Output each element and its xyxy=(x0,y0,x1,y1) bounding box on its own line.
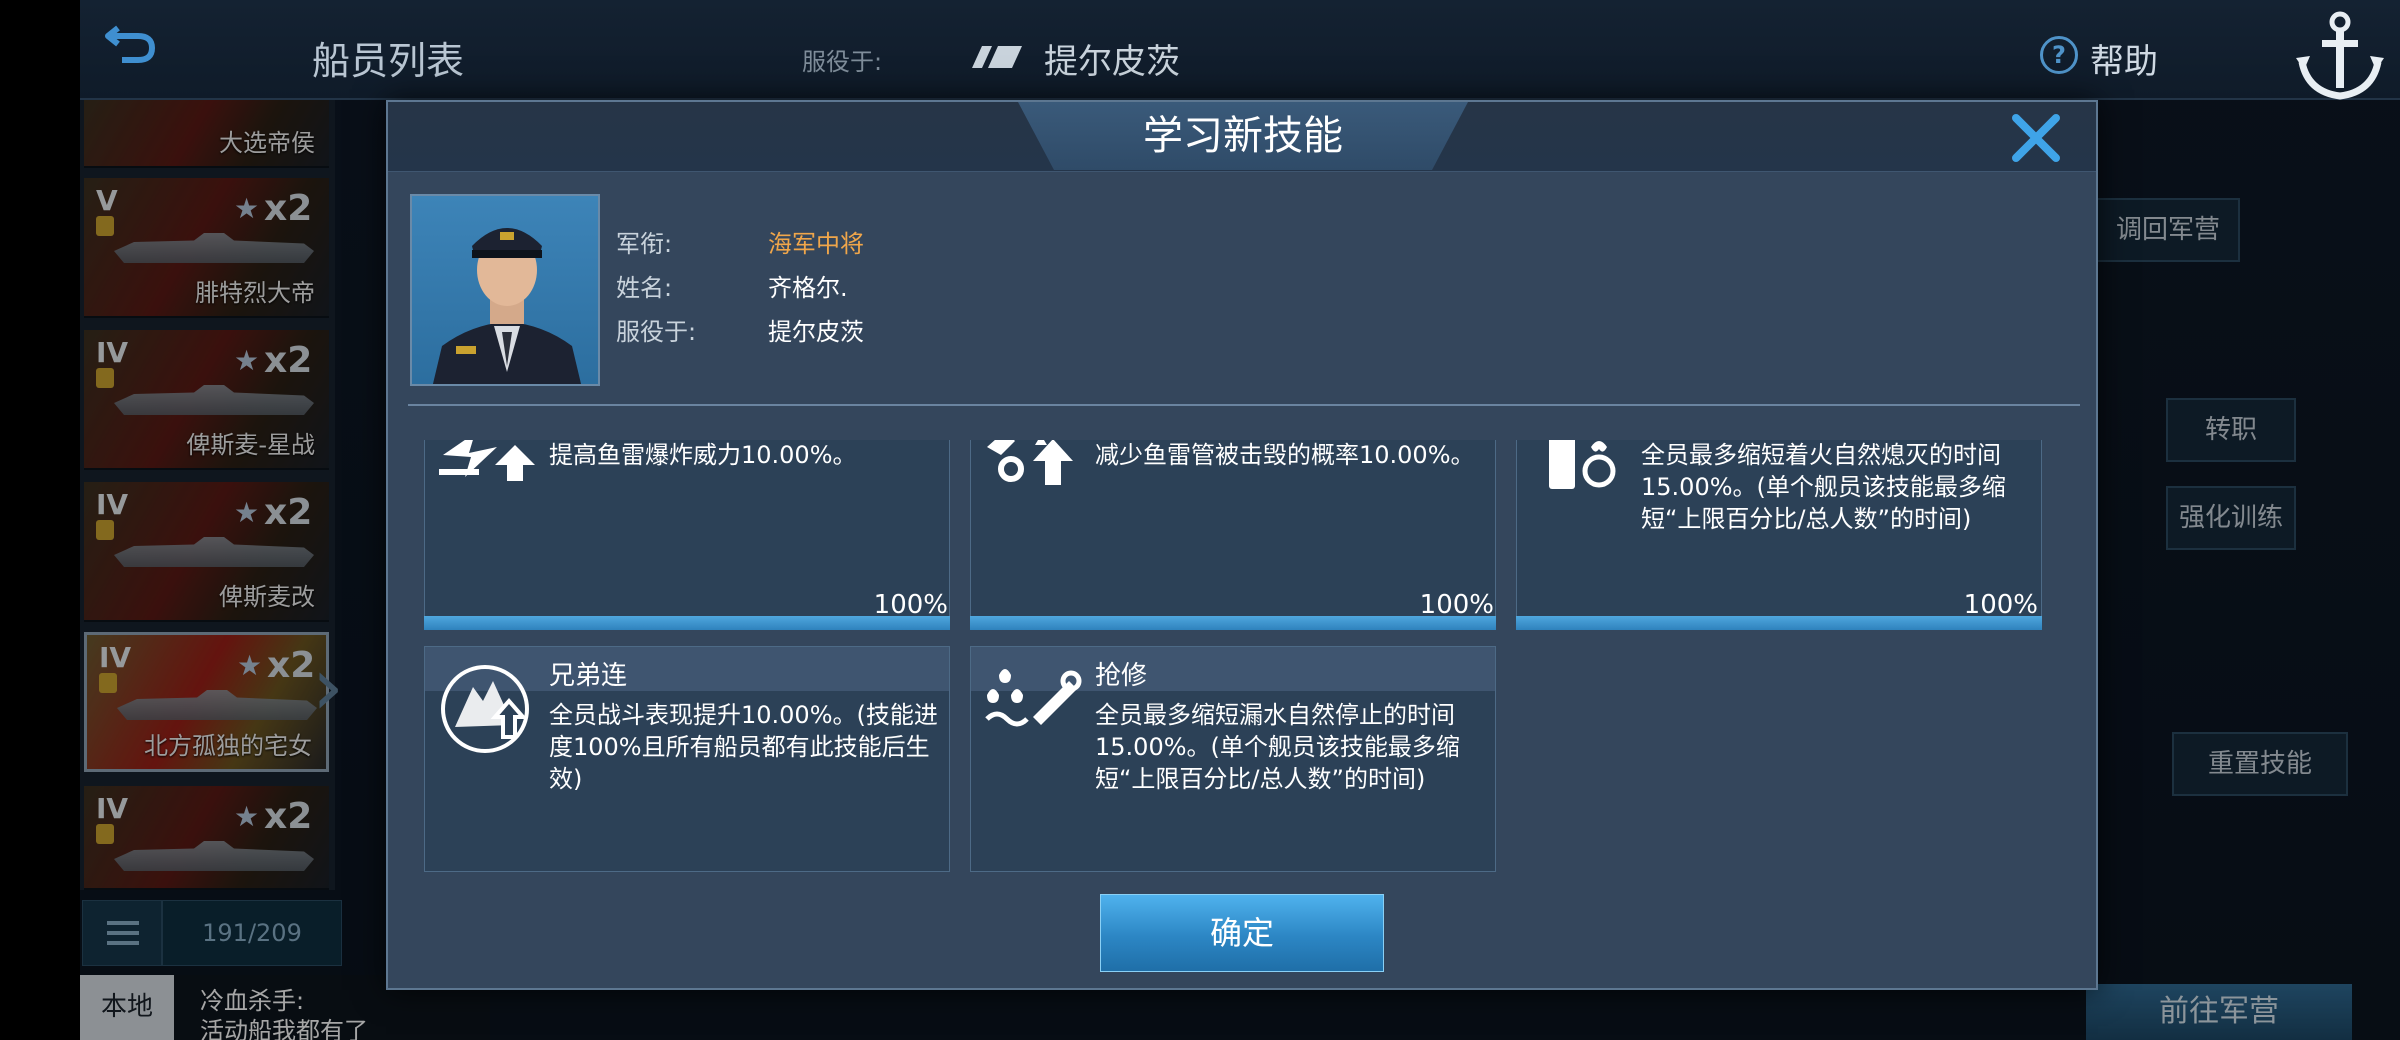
rank-label: 军衔: xyxy=(616,230,673,258)
serve-value: 提尔皮茨 xyxy=(768,318,864,346)
back-arrow-icon[interactable] xyxy=(100,12,160,72)
dialog-title: 学习新技能 xyxy=(1143,113,1343,159)
name-value: 齐格尔. xyxy=(768,274,848,302)
flood-repair-icon xyxy=(985,669,1082,727)
anchor-icon[interactable] xyxy=(2290,0,2390,108)
officer-figure-icon xyxy=(432,228,582,384)
close-icon[interactable] xyxy=(2008,110,2064,166)
skill-progress-pct: 100% xyxy=(1963,590,2038,620)
skill-progress-pct: 100% xyxy=(873,590,948,620)
game-screen: 船员列表 服役于: 提尔皮茨 ? 帮助 大选帝侯 V ★ x2 腓特烈大帝 IV ★ x2 俾斯… xyxy=(0,0,2400,1040)
skill-grid: 提高鱼雷爆炸威力10.00%。 减少鱼雷管被击毁的概率10.00%。 全员最多缩… xyxy=(388,440,2096,880)
skill-card-repair[interactable]: 抢修 全员最多缩短漏水自然停止的时间15.00%。(单个舰员该技能最多缩短“上限… xyxy=(970,646,1496,872)
rank-row: 军衔: 海军中将 xyxy=(616,224,864,259)
skill-progress-pct: 100% xyxy=(1419,590,1494,620)
learn-skill-dialog: 学习新技能 军衔: 海军中将 姓名: 齐格尔. 服役于: 提尔皮茨 提高鱼雷爆炸… xyxy=(386,100,2098,990)
serve-label: 服役于: xyxy=(616,318,697,346)
rank-stripes-icon xyxy=(972,46,1022,68)
skill-name: 兄弟连 xyxy=(549,661,628,691)
name-label: 姓名: xyxy=(616,274,673,302)
divider xyxy=(408,404,2080,406)
dialog-header: 学习新技能 xyxy=(388,102,2096,172)
help-label[interactable]: 帮助 xyxy=(2090,34,2158,83)
fire-extinguisher-icon xyxy=(1549,440,1616,489)
skill-desc: 全员最多缩短漏水自然停止的时间15.00%。(单个舰员该技能最多缩短“上限百分比… xyxy=(1095,701,1460,793)
officer-portrait xyxy=(410,194,600,386)
left-edge xyxy=(0,0,80,1040)
skill-name: 抢修 xyxy=(1095,661,1148,691)
skill-card-brotherhood[interactable]: 兄弟连 全员战斗表现提升10.00%。(技能进度100%且所有船员都有此技能后生… xyxy=(424,646,950,872)
serve-ship-name: 提尔皮茨 xyxy=(1044,42,1180,82)
rank-value: 海军中将 xyxy=(768,230,864,258)
serve-label: 服役于: xyxy=(802,48,883,76)
dialog-body: 军衔: 海军中将 姓名: 齐格尔. 服役于: 提尔皮茨 提高鱼雷爆炸威力10.0… xyxy=(388,172,2096,988)
name-row: 姓名: 齐格尔. xyxy=(616,268,848,303)
crew-list-title: 船员列表 xyxy=(312,39,465,83)
confirm-button[interactable]: 确定 xyxy=(1100,894,1384,972)
torpedo-power-icon xyxy=(439,440,535,481)
help-icon[interactable]: ? xyxy=(2040,36,2078,74)
serve-row: 服役于: 提尔皮茨 xyxy=(616,312,864,347)
skill-desc: 提高鱼雷爆炸威力10.00%。 xyxy=(549,441,857,469)
brotherhood-icon xyxy=(441,665,529,753)
skill-desc: 全员战斗表现提升10.00%。(技能进度100%且所有船员都有此技能后生效) xyxy=(549,701,938,793)
torpedo-tube-repair-icon xyxy=(987,440,1073,485)
skill-desc: 减少鱼雷管被击毁的概率10.00%。 xyxy=(1095,441,1475,469)
skill-desc: 全员最多缩短着火自然熄灭的时间15.00%。(单个舰员该技能最多缩短“上限百分比… xyxy=(1641,441,2006,533)
